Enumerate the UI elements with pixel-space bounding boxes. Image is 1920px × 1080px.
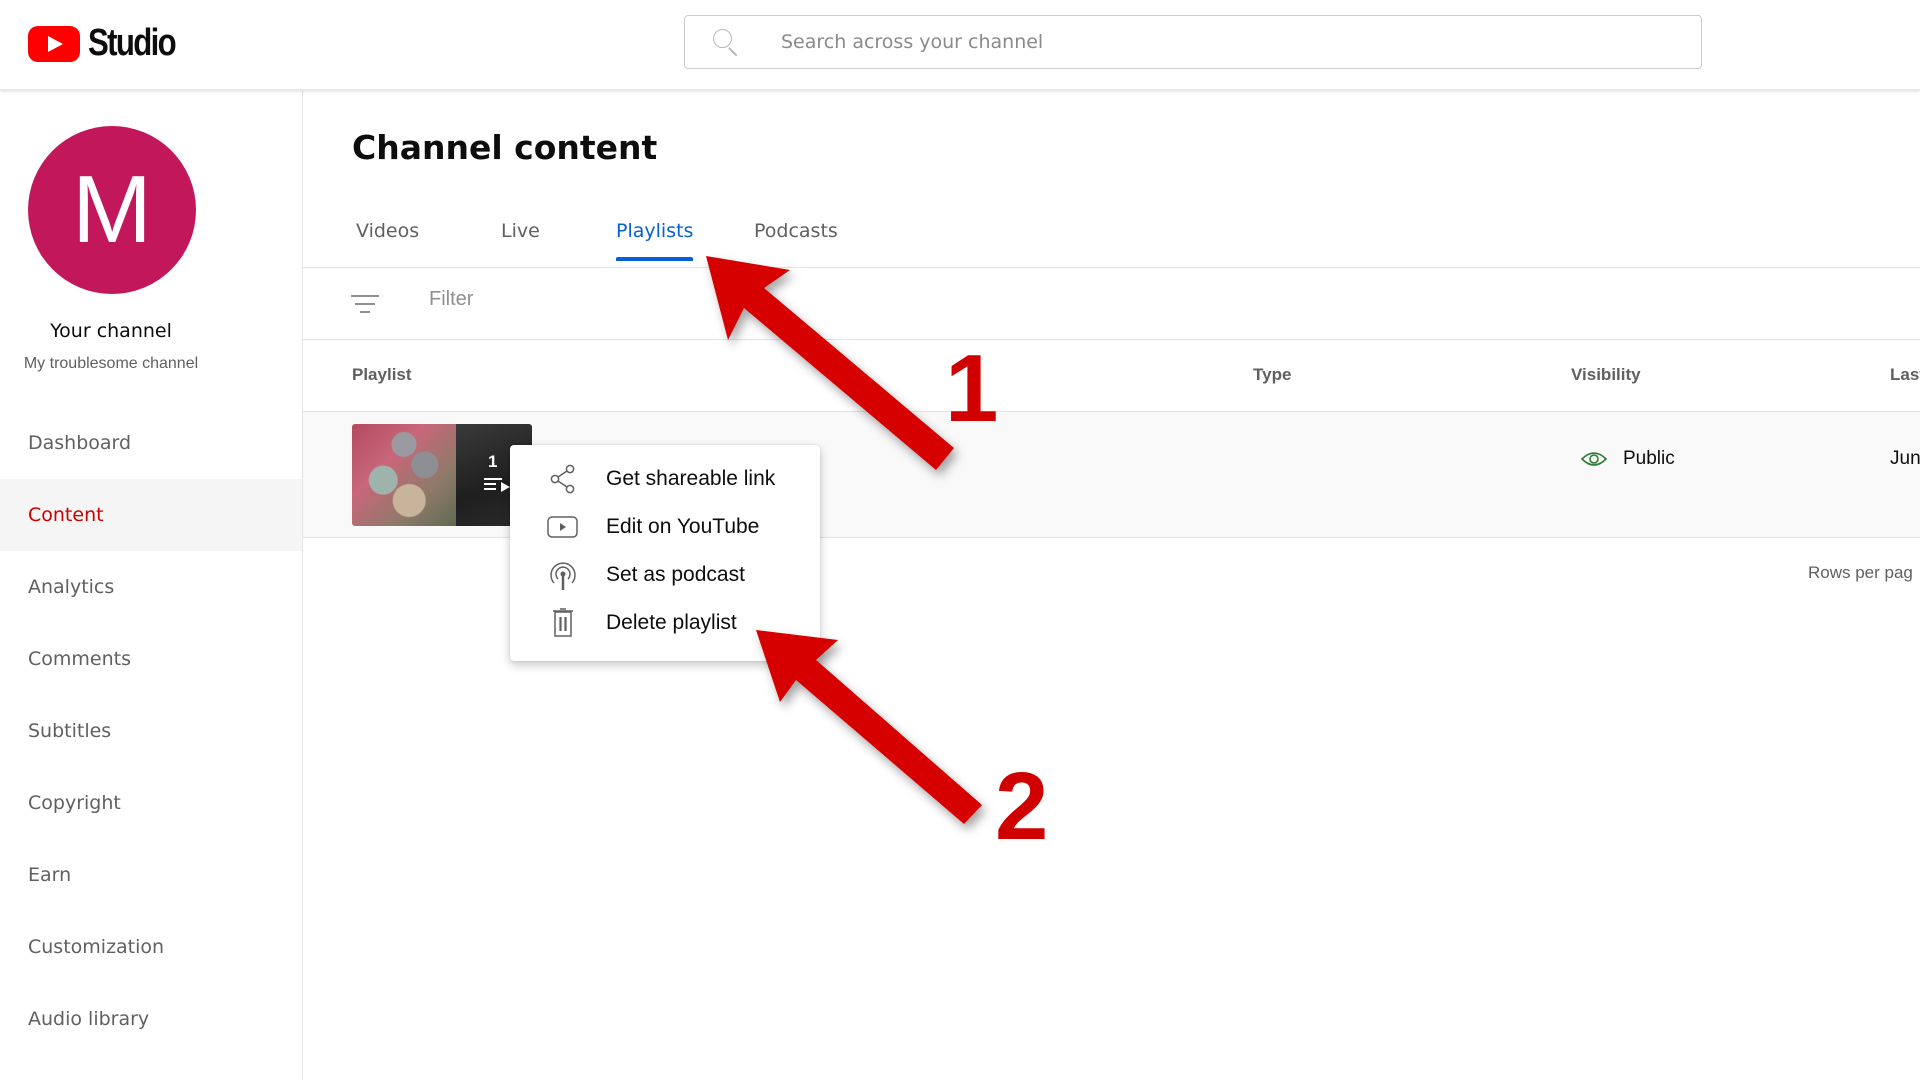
menu-label: Set as podcast	[606, 563, 745, 586]
channel-name: My troublesome channel	[23, 355, 199, 372]
tab-videos[interactable]: Videos	[356, 220, 419, 260]
sidebar-item-content[interactable]: Content	[0, 479, 302, 551]
sidebar-item-comments[interactable]: Comments	[0, 623, 302, 695]
annotation-number-2: 2	[995, 753, 1049, 860]
studio-logo[interactable]: Studio	[28, 22, 194, 65]
tab-podcasts[interactable]: Podcasts	[754, 220, 838, 260]
search-box[interactable]	[684, 15, 1702, 69]
menu-label: Delete playlist	[606, 611, 737, 634]
logo-text: Studio	[88, 22, 177, 64]
sidebar-item-copyright[interactable]: Copyright	[0, 767, 302, 839]
rows-per-page-label: Rows per pag	[1808, 563, 1913, 582]
playlist-icon	[484, 478, 510, 492]
table-header: Playlist Type Visibility Last	[303, 340, 1920, 412]
annotation-number-1: 1	[945, 335, 999, 442]
sidebar-item-earn[interactable]: Earn	[0, 839, 302, 911]
menu-label: Edit on YouTube	[606, 515, 760, 538]
menu-item-delete-playlist[interactable]: Delete playlist	[510, 599, 820, 647]
podcast-icon	[543, 559, 583, 591]
column-header-playlist[interactable]: Playlist	[352, 365, 412, 385]
playlist-options-menu: Get shareable link Edit on YouTube Set a…	[510, 445, 820, 661]
eye-icon	[1581, 452, 1607, 466]
menu-item-edit-on-youtube[interactable]: Edit on YouTube	[510, 503, 820, 551]
menu-item-get-shareable-link[interactable]: Get shareable link	[510, 455, 820, 503]
menu-item-set-as-podcast[interactable]: Set as podcast	[510, 551, 820, 599]
youtube-play-icon	[543, 511, 583, 543]
sidebar: M Your channel My troublesome channel Da…	[0, 90, 303, 1080]
thumbnail-image	[352, 424, 456, 526]
video-count: 1	[488, 452, 498, 471]
sidebar-item-audio-library[interactable]: Audio library	[0, 983, 302, 1055]
trash-icon	[543, 607, 583, 639]
tab-live[interactable]: Live	[501, 220, 540, 260]
sidebar-item-subtitles[interactable]: Subtitles	[0, 695, 302, 767]
channel-avatar[interactable]: M	[28, 126, 196, 294]
last-updated-value: Jun	[1890, 448, 1920, 469]
filter-bar	[303, 268, 1920, 340]
menu-label: Get shareable link	[606, 467, 776, 490]
youtube-logo-icon	[28, 25, 80, 62]
share-icon	[543, 463, 583, 495]
visibility-cell[interactable]: Public	[1581, 448, 1675, 470]
filter-input[interactable]	[429, 288, 829, 311]
sidebar-nav: Dashboard Content Analytics Comments Sub…	[0, 407, 302, 1055]
search-icon[interactable]	[711, 27, 763, 57]
filter-icon[interactable]	[351, 292, 379, 316]
column-header-visibility[interactable]: Visibility	[1571, 365, 1641, 385]
column-header-type[interactable]: Type	[1253, 365, 1291, 385]
search-input[interactable]	[781, 31, 1701, 53]
visibility-value: Public	[1623, 448, 1675, 469]
column-header-last-updated[interactable]: Last	[1890, 365, 1920, 385]
page-title: Channel content	[352, 128, 658, 167]
sidebar-item-analytics[interactable]: Analytics	[0, 551, 302, 623]
playlist-thumbnail[interactable]: 1	[352, 424, 532, 526]
top-bar: Studio	[0, 0, 1920, 90]
content-tabs: Videos Live Playlists Podcasts	[303, 210, 1920, 268]
your-channel-label: Your channel	[50, 320, 172, 342]
sidebar-item-dashboard[interactable]: Dashboard	[0, 407, 302, 479]
sidebar-item-customization[interactable]: Customization	[0, 911, 302, 983]
tab-playlists[interactable]: Playlists	[616, 220, 694, 261]
